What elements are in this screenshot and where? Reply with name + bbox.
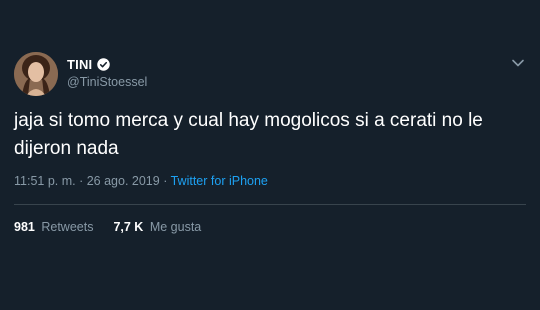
tweet-time[interactable]: 11:51 p. m. (14, 174, 76, 188)
tweet-date[interactable]: 26 ago. 2019 (87, 174, 160, 188)
user-handle[interactable]: @TiniStoessel (67, 75, 147, 89)
tweet-stats: 981 Retweets 7,7 K Me gusta (14, 220, 201, 234)
avatar[interactable] (14, 52, 58, 96)
meta-separator: · (75, 174, 87, 188)
meta-separator-2: · (159, 174, 171, 188)
likes-count: 7,7 K (113, 220, 144, 234)
likes-stat[interactable]: 7,7 K Me gusta (113, 220, 201, 234)
likes-label: Me gusta (149, 220, 202, 234)
avatar-image (14, 52, 58, 96)
retweets-count: 981 (14, 220, 35, 234)
tweet-meta: 11:51 p. m. · 26 ago. 2019 · Twitter for… (14, 174, 268, 188)
chevron-down-icon[interactable] (511, 58, 525, 68)
tweet-text: jaja si tomo merca y cual hay mogolicos … (14, 110, 483, 159)
display-name[interactable]: TINI (67, 57, 92, 72)
retweets-stat[interactable]: 981 Retweets (14, 220, 93, 234)
verified-badge-icon (97, 58, 111, 71)
retweets-label: Retweets (41, 220, 94, 234)
divider (14, 204, 526, 205)
tweet-card: TINI @TiniStoessel jaja si tomo merca y … (0, 0, 540, 310)
tweet-source-link[interactable]: Twitter for iPhone (171, 174, 268, 188)
user-name-row[interactable]: TINI (67, 57, 111, 72)
